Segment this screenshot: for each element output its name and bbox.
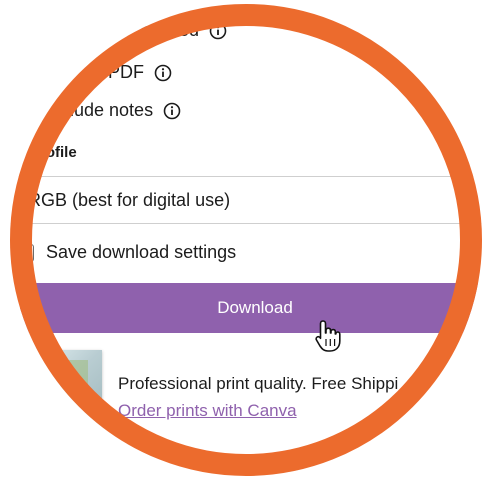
bleed-option-label: a bleed bbox=[140, 20, 200, 40]
zoomed-download-panel: a bleed PDF lude notes r Profile RGB (be… bbox=[0, 0, 491, 480]
download-settings-content: a bleed PDF lude notes r Profile RGB (be… bbox=[10, 4, 482, 476]
save-settings-label: Save download settings bbox=[46, 242, 237, 262]
chevron-down-icon bbox=[457, 192, 473, 213]
pdf-option-label: PDF bbox=[108, 62, 144, 82]
color-profile-value: RGB (best for digital use) bbox=[28, 189, 231, 210]
save-settings-checkbox[interactable] bbox=[20, 243, 34, 262]
hand-pointer-cursor-icon bbox=[314, 319, 342, 358]
color-profile-select[interactable]: RGB (best for digital use) bbox=[10, 176, 482, 224]
print-preview-art bbox=[60, 360, 88, 400]
include-notes-option[interactable]: lude notes bbox=[70, 100, 181, 121]
color-profile-label: r Profile bbox=[20, 144, 77, 161]
info-icon[interactable] bbox=[163, 102, 181, 120]
download-button[interactable]: Download bbox=[20, 283, 482, 333]
magnifier-circle: a bleed PDF lude notes r Profile RGB (be… bbox=[10, 4, 482, 476]
print-preview-thumbnail bbox=[48, 350, 102, 426]
notes-option-label: lude notes bbox=[70, 100, 154, 120]
order-prints-link[interactable]: Order prints with Canva bbox=[118, 401, 297, 421]
info-icon[interactable] bbox=[209, 22, 227, 40]
print-promo-text: Professional print quality. Free Shippi bbox=[118, 374, 399, 393]
crop-marks-bleed-option[interactable]: a bleed bbox=[140, 20, 227, 41]
info-icon[interactable] bbox=[154, 64, 172, 82]
bottom-panel-edge bbox=[200, 462, 300, 472]
flatten-pdf-option[interactable]: PDF bbox=[108, 62, 172, 83]
save-settings-row[interactable]: Save download settings bbox=[20, 242, 236, 263]
